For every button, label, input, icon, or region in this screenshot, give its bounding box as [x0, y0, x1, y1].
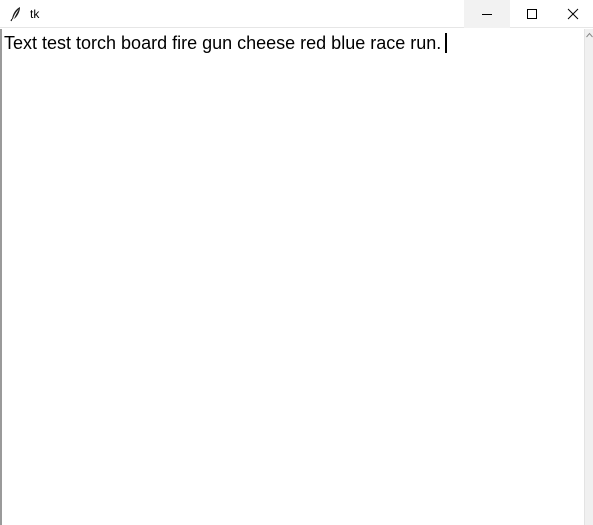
- window-content: Text test torch board fire gun cheese re…: [0, 29, 593, 525]
- tk-feather-icon: [10, 7, 20, 22]
- vertical-scrollbar[interactable]: [584, 29, 593, 525]
- text-editor[interactable]: Text test torch board fire gun cheese re…: [2, 29, 584, 525]
- close-icon: [567, 8, 579, 20]
- title-bar[interactable]: tk: [0, 0, 593, 28]
- maximize-button[interactable]: [509, 0, 555, 28]
- minimize-button[interactable]: [464, 0, 510, 28]
- app-window: tk Text test torch board fire gun cheese…: [0, 0, 593, 525]
- editor-text: Text test torch board fire gun cheese re…: [4, 33, 442, 53]
- text-cursor: [445, 33, 448, 53]
- maximize-icon: [527, 9, 537, 19]
- scroll-up-arrow-icon[interactable]: [586, 32, 593, 38]
- minimize-icon: [482, 14, 492, 15]
- close-button[interactable]: [554, 0, 593, 28]
- text-line: Text test torch board fire gun cheese re…: [4, 31, 448, 55]
- window-title: tk: [30, 7, 40, 21]
